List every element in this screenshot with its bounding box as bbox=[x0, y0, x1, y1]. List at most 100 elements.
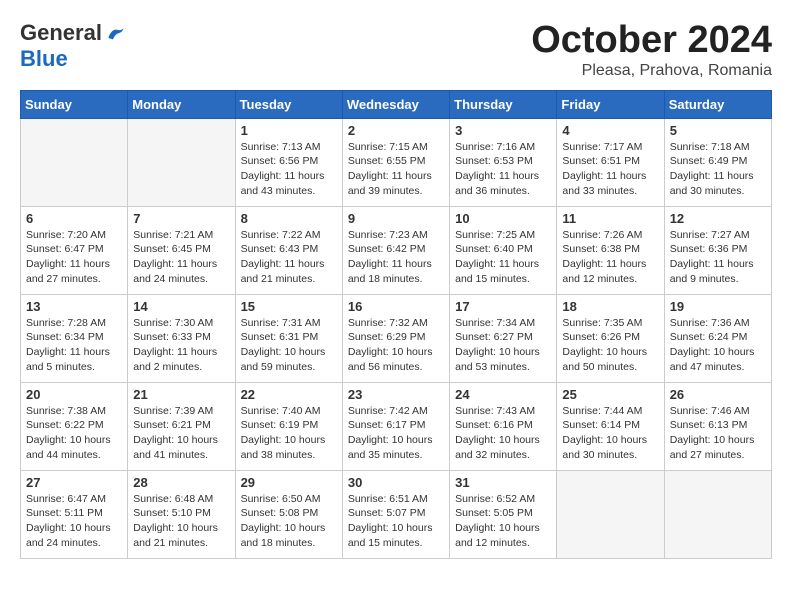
calendar-cell: 23Sunrise: 7:42 AMSunset: 6:17 PMDayligh… bbox=[342, 382, 449, 470]
day-number: 18 bbox=[562, 299, 658, 314]
day-info: Sunrise: 7:17 AMSunset: 6:51 PMDaylight:… bbox=[562, 140, 658, 199]
sunset-text: Sunset: 6:47 PM bbox=[26, 243, 104, 255]
logo-bird-icon bbox=[105, 23, 125, 43]
day-info: Sunrise: 7:26 AMSunset: 6:38 PMDaylight:… bbox=[562, 228, 658, 287]
daylight-text: Daylight: 11 hours and 27 minutes. bbox=[26, 258, 110, 285]
day-info: Sunrise: 7:30 AM Sunset: 6:33 PM Daylight:… bbox=[133, 316, 229, 375]
sunset-text: Sunset: 6:21 PM bbox=[133, 419, 211, 431]
sunrise-text: Sunrise: 7:13 AM bbox=[241, 141, 321, 153]
calendar-cell: 14 Sunrise: 7:30 AM Sunset: 6:33 PM Dayligh… bbox=[128, 294, 235, 382]
day-info: Sunrise: 7:44 AMSunset: 6:14 PMDaylight:… bbox=[562, 404, 658, 463]
sunset-text: Sunset: 6:40 PM bbox=[455, 243, 533, 255]
day-number: 14 bbox=[133, 299, 229, 314]
daylight-text: Daylight: 11 hours and 2 minutes. bbox=[133, 346, 217, 373]
calendar-cell: 29Sunrise: 6:50 AMSunset: 5:08 PMDayligh… bbox=[235, 470, 342, 558]
day-number: 27 bbox=[26, 475, 122, 490]
logo: General Blue bbox=[20, 20, 125, 72]
sunset-text: Sunset: 5:11 PM bbox=[26, 507, 103, 519]
header-day-monday: Monday bbox=[128, 90, 235, 118]
calendar-cell: 18 Sunrise: 7:35 AMSunset: 6:26 PMDayligh… bbox=[557, 294, 664, 382]
daylight-text: Daylight: 10 hours and 35 minutes. bbox=[348, 434, 433, 461]
calendar-cell: 28Sunrise: 6:48 AMSunset: 5:10 PMDayligh… bbox=[128, 470, 235, 558]
calendar-week-row: 1Sunrise: 7:13 AMSunset: 6:56 PMDaylight… bbox=[21, 118, 772, 206]
day-info: Sunrise: 6:52 AMSunset: 5:05 PMDaylight:… bbox=[455, 492, 551, 551]
sunrise-text: Sunrise: 7:34 AM bbox=[455, 317, 535, 329]
sunset-text: Sunset: 6:38 PM bbox=[562, 243, 640, 255]
daylight-text: Daylight: 11 hours and 18 minutes. bbox=[348, 258, 432, 285]
calendar-week-row: 13Sunrise: 7:28 AMSunset: 6:34 PMDayligh… bbox=[21, 294, 772, 382]
calendar-week-row: 27 Sunrise: 6:47 AM Sunset: 5:11 PM Dayligh… bbox=[21, 470, 772, 558]
day-info: Sunrise: 7:34 AMSunset: 6:27 PMDaylight:… bbox=[455, 316, 551, 375]
day-info: Sunrise: 7:43 AMSunset: 6:16 PMDaylight:… bbox=[455, 404, 551, 463]
logo-blue-text: Blue bbox=[20, 46, 68, 72]
daylight-text: Daylight: 10 hours and 56 minutes. bbox=[348, 346, 433, 373]
calendar-cell: 13Sunrise: 7:28 AMSunset: 6:34 PMDayligh… bbox=[21, 294, 128, 382]
sunset-text: Sunset: 6:34 PM bbox=[26, 331, 104, 343]
daylight-text: Daylight: 11 hours and 43 minutes. bbox=[241, 170, 325, 197]
calendar-cell: 1Sunrise: 7:13 AMSunset: 6:56 PMDaylight… bbox=[235, 118, 342, 206]
day-info: Sunrise: 7:46 AMSunset: 6:13 PMDaylight:… bbox=[670, 404, 766, 463]
sunset-text: Sunset: 5:07 PM bbox=[348, 507, 426, 519]
calendar-cell: 12Sunrise: 7:27 AMSunset: 6:36 PMDayligh… bbox=[664, 206, 771, 294]
sunset-text: Sunset: 6:33 PM bbox=[133, 331, 211, 343]
sunset-text: Sunset: 6:29 PM bbox=[348, 331, 426, 343]
sunset-text: Sunset: 6:43 PM bbox=[241, 243, 319, 255]
day-info: Sunrise: 7:15 AMSunset: 6:55 PMDaylight:… bbox=[348, 140, 444, 199]
sunrise-text: Sunrise: 7:46 AM bbox=[670, 405, 750, 417]
daylight-text: Daylight: 10 hours and 15 minutes. bbox=[348, 522, 433, 549]
sunrise-text: Sunrise: 7:26 AM bbox=[562, 229, 642, 241]
page-header: General Blue October 2024 Pleasa, Prahov… bbox=[20, 20, 772, 80]
day-number: 7 bbox=[133, 211, 229, 226]
day-info: Sunrise: 7:39 AMSunset: 6:21 PMDaylight:… bbox=[133, 404, 229, 463]
calendar-cell bbox=[664, 470, 771, 558]
sunset-text: Sunset: 6:24 PM bbox=[670, 331, 748, 343]
sunset-text: Sunset: 6:45 PM bbox=[133, 243, 211, 255]
sunrise-text: Sunrise: 7:40 AM bbox=[241, 405, 321, 417]
daylight-text: Daylight: 10 hours and 30 minutes. bbox=[562, 434, 647, 461]
daylight-text: Daylight: 10 hours and 47 minutes. bbox=[670, 346, 755, 373]
sunrise-text: Sunrise: 7:20 AM bbox=[26, 229, 106, 241]
sunrise-text: Sunrise: 6:48 AM bbox=[133, 493, 213, 505]
day-number: 19 bbox=[670, 299, 766, 314]
calendar-cell: 20Sunrise: 7:38 AMSunset: 6:22 PMDayligh… bbox=[21, 382, 128, 470]
day-number: 24 bbox=[455, 387, 551, 402]
daylight-text: Daylight: 10 hours and 38 minutes. bbox=[241, 434, 326, 461]
day-number: 17 bbox=[455, 299, 551, 314]
sunrise-text: Sunrise: 7:25 AM bbox=[455, 229, 535, 241]
calendar-week-row: 6Sunrise: 7:20 AMSunset: 6:47 PMDaylight… bbox=[21, 206, 772, 294]
day-info: Sunrise: 7:40 AMSunset: 6:19 PMDaylight:… bbox=[241, 404, 337, 463]
day-info: Sunrise: 7:16 AMSunset: 6:53 PMDaylight:… bbox=[455, 140, 551, 199]
day-info: Sunrise: 7:21 AMSunset: 6:45 PMDaylight:… bbox=[133, 228, 229, 287]
sunrise-text: Sunrise: 6:47 AM bbox=[26, 493, 106, 505]
sunset-text: Sunset: 6:13 PM bbox=[670, 419, 748, 431]
sunset-text: Sunset: 6:56 PM bbox=[241, 155, 319, 167]
sunrise-text: Sunrise: 7:17 AM bbox=[562, 141, 642, 153]
daylight-text: Daylight: 11 hours and 24 minutes. bbox=[133, 258, 217, 285]
calendar-cell: 21Sunrise: 7:39 AMSunset: 6:21 PMDayligh… bbox=[128, 382, 235, 470]
sunrise-text: Sunrise: 7:35 AM bbox=[562, 317, 642, 329]
calendar-cell: 5Sunrise: 7:18 AMSunset: 6:49 PMDaylight… bbox=[664, 118, 771, 206]
day-number: 31 bbox=[455, 475, 551, 490]
day-info: Sunrise: 7:35 AMSunset: 6:26 PMDaylight:… bbox=[562, 316, 658, 375]
day-info: Sunrise: 6:50 AMSunset: 5:08 PMDaylight:… bbox=[241, 492, 337, 551]
sunrise-text: Sunrise: 7:30 AM bbox=[133, 317, 213, 329]
sunset-text: Sunset: 5:10 PM bbox=[133, 507, 211, 519]
day-info: Sunrise: 7:23 AMSunset: 6:42 PMDaylight:… bbox=[348, 228, 444, 287]
sunrise-text: Sunrise: 7:36 AM bbox=[670, 317, 750, 329]
calendar-cell: 27Sunrise: 6:47 AMSunset: 5:11 PMDayligh… bbox=[21, 470, 128, 558]
daylight-text: Daylight: 11 hours and 5 minutes. bbox=[26, 346, 110, 373]
calendar-header-row: SundayMondayTuesdayWednesdayThursdayFrid… bbox=[21, 90, 772, 118]
header-day-friday: Friday bbox=[557, 90, 664, 118]
day-number: 16 bbox=[348, 299, 444, 314]
day-number: 22 bbox=[241, 387, 337, 402]
calendar-cell: 11Sunrise: 7:26 AMSunset: 6:38 PMDayligh… bbox=[557, 206, 664, 294]
daylight-text: Daylight: 10 hours and 32 minutes. bbox=[455, 434, 540, 461]
day-info: Sunrise: 7:38 AMSunset: 6:22 PMDaylight:… bbox=[26, 404, 122, 463]
calendar-cell: 24 Sunrise: 7:43 AMSunset: 6:16 PMDayligh… bbox=[450, 382, 557, 470]
calendar-cell: 4Sunrise: 7:17 AMSunset: 6:51 PMDaylight… bbox=[557, 118, 664, 206]
title-section: October 2024 Pleasa, Prahova, Romania bbox=[531, 20, 772, 80]
sunset-text: Sunset: 6:42 PM bbox=[348, 243, 426, 255]
sunrise-text: Sunrise: 7:27 AM bbox=[670, 229, 750, 241]
sunrise-text: Sunrise: 7:42 AM bbox=[348, 405, 428, 417]
day-info: Sunrise: 7:25 AMSunset: 6:40 PMDaylight:… bbox=[455, 228, 551, 287]
